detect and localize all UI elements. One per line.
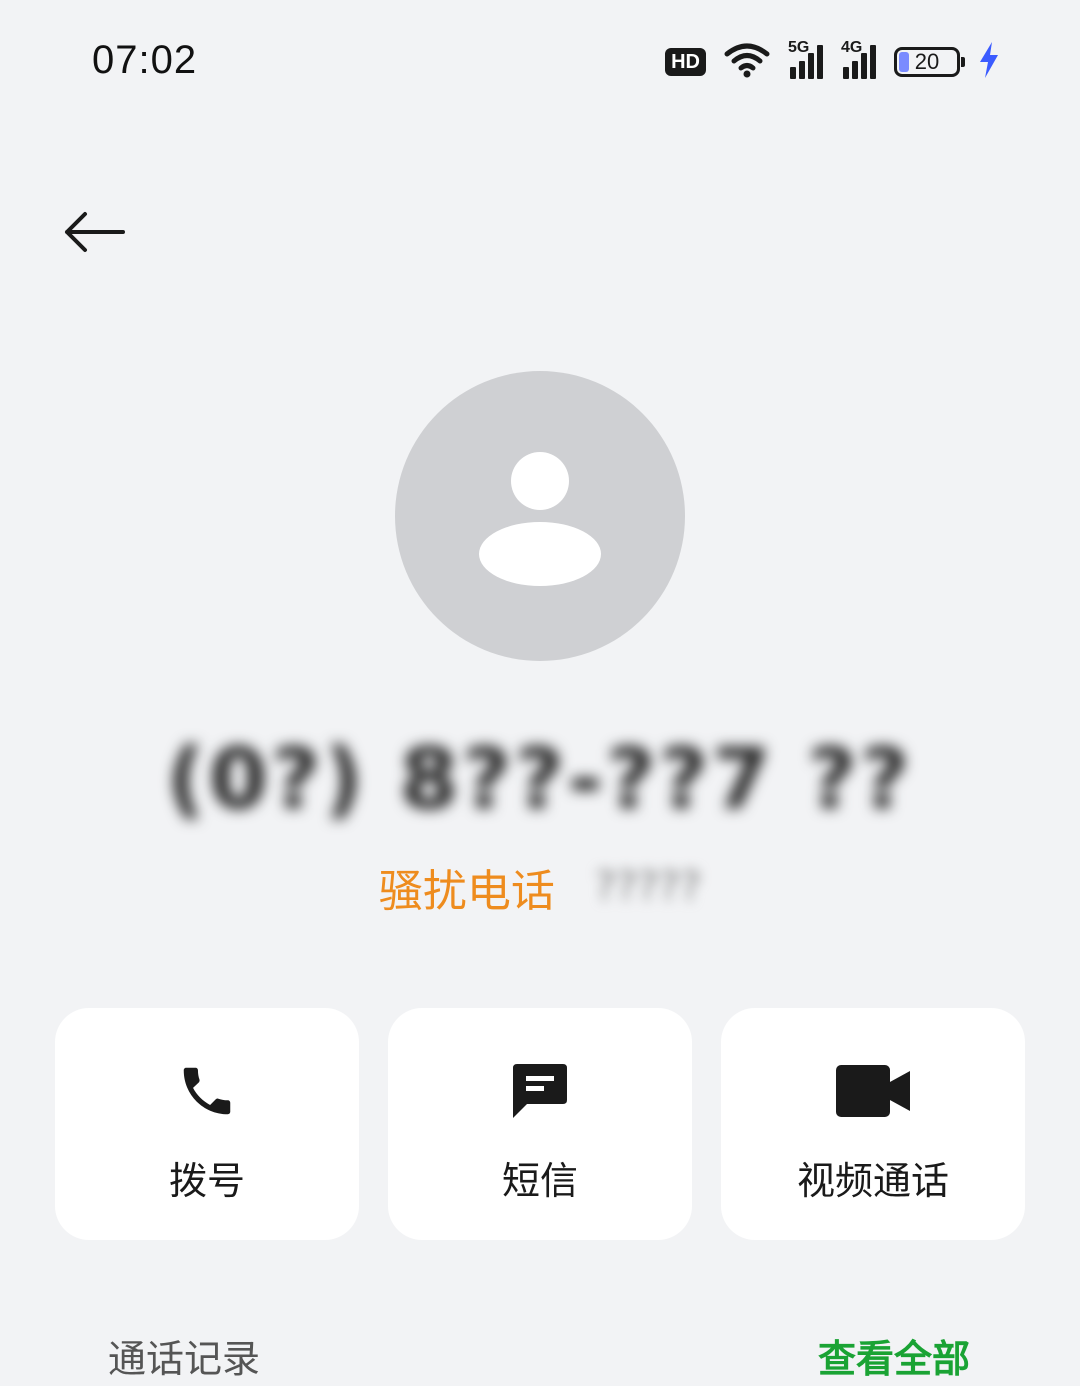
message-label: 短信: [501, 1159, 578, 1203]
status-icons: HD 5G 4G 20: [665, 39, 1000, 84]
signal-5g-icon: 5G: [788, 39, 823, 79]
video-camera-icon: [836, 1060, 910, 1122]
dial-label: 拨号: [168, 1159, 245, 1203]
status-time: 07:02: [92, 38, 198, 82]
contact-avatar: [395, 371, 685, 661]
phone-icon: [176, 1060, 238, 1122]
battery-fill: [899, 52, 909, 72]
signal-4g-icon: 4G: [841, 39, 876, 79]
battery-level: 20: [914, 49, 940, 74]
charging-icon: [978, 42, 1000, 82]
message-icon: [509, 1060, 571, 1122]
network-4g-label: 4G: [841, 39, 863, 56]
view-all-link[interactable]: 查看全部: [818, 1328, 970, 1383]
dial-button[interactable]: 拨号: [55, 1008, 359, 1240]
spam-call-tag: 骚扰电话: [378, 866, 555, 917]
arrow-left-icon: [65, 212, 125, 252]
battery-icon: 20: [894, 47, 965, 77]
call-log-title: 通话记录: [108, 1337, 261, 1381]
person-icon: [479, 452, 601, 586]
message-button[interactable]: 短信: [388, 1008, 692, 1240]
status-bar: 07:02 HD 5G 4G 20: [0, 0, 1080, 130]
action-buttons: 拨号 短信 视频通话: [55, 1008, 1025, 1240]
video-call-button[interactable]: 视频通话: [721, 1008, 1025, 1240]
wifi-icon: [724, 42, 770, 82]
phone-number: (0?) 8??-??7 ??: [166, 730, 914, 828]
video-call-label: 视频通话: [796, 1159, 949, 1203]
network-5g-label: 5G: [788, 39, 810, 56]
contact-tag-row: 骚扰电话 ?????: [0, 855, 1080, 919]
back-button[interactable]: [56, 200, 132, 264]
hd-voice-icon: HD: [665, 48, 706, 76]
phone-location: ?????: [594, 864, 702, 910]
